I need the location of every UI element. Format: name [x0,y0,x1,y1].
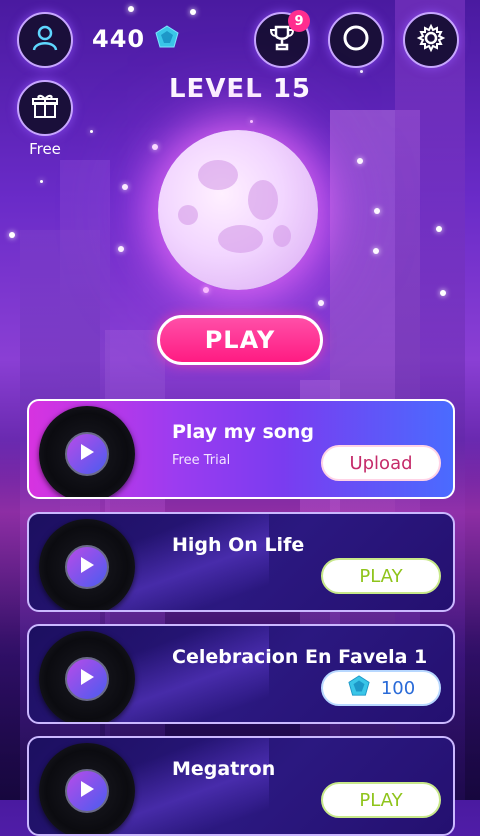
record-disc [39,519,135,610]
gift-label: Free [29,140,61,158]
song-play-button[interactable]: PLAY [321,782,441,818]
play-icon [78,779,96,803]
disc-icon [341,23,371,57]
settings-button[interactable] [403,12,459,68]
song-card[interactable]: High On Life PLAY [27,512,455,612]
record-disc [39,406,135,497]
play-icon [78,667,96,691]
gem-icon [154,25,180,55]
song-play-button[interactable]: PLAY [321,558,441,594]
trophy-badge: 9 [288,10,310,32]
record-disc [39,743,135,834]
unlock-button[interactable]: 100 [321,670,441,706]
song-title: High On Life [172,534,305,556]
gem-count: 440 [92,25,146,53]
play-button[interactable]: PLAY [157,315,323,365]
gem-balance: 440 [92,25,180,55]
profile-button[interactable] [17,12,73,68]
moon-illustration [158,130,318,290]
gear-icon [416,23,446,57]
play-icon [78,555,96,579]
level-title: LEVEL 15 [168,74,311,104]
profile-icon [30,23,60,57]
gift-icon [30,91,60,125]
record-disc [39,631,135,722]
song-subtitle: Free Trial [172,453,231,468]
gift-button[interactable] [17,80,73,136]
trophy-button[interactable]: 9 [254,10,310,68]
play-icon [78,442,96,466]
disc-button[interactable] [328,12,384,68]
song-title: Celebracion En Favela 1 [172,646,428,668]
song-title: Play my song [172,421,314,443]
song-title: Megatron [172,758,276,780]
upload-button[interactable]: Upload [321,445,441,481]
song-card[interactable]: Megatron PLAY [27,736,455,836]
song-card[interactable]: Celebracion En Favela 1 100 [27,624,455,724]
price-label: 100 [380,677,416,699]
song-card[interactable]: Play my song Free Trial Upload [27,399,455,499]
gem-icon [347,674,371,702]
